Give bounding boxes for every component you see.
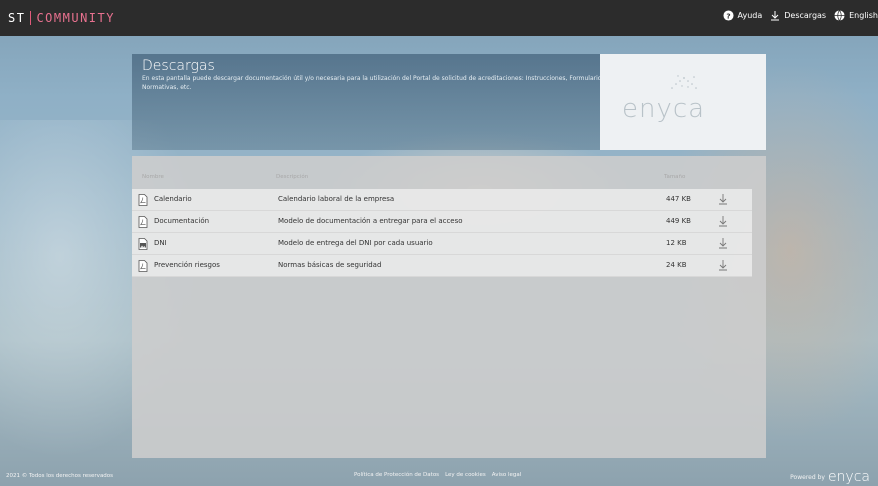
legal-notice-link[interactable]: Aviso legal [492,472,522,478]
download-icon [770,10,780,21]
downloads-panel: Nombre Descripción Tamaño Calendario Cal… [132,156,766,458]
column-header-size[interactable]: Tamaño [664,174,685,180]
page-footer: 2021 © Todos los derechos reservados Pol… [0,464,878,486]
download-icon[interactable] [718,237,728,251]
downloads-table: Calendario Calendario laboral de la empr… [132,189,752,277]
table-row[interactable]: Calendario Calendario laboral de la empr… [132,189,752,211]
brand-logo-box: enyca [600,54,766,150]
help-icon: ? [722,10,734,21]
file-size: 447 KB [666,195,691,203]
file-size: 449 KB [666,217,691,225]
file-size: 24 KB [666,261,687,269]
powered-by-label: Powered by [790,473,825,481]
privacy-policy-link[interactable]: Política de Protección de Datos [354,472,439,478]
file-description: Calendario laboral de la empresa [278,195,395,203]
column-header-description[interactable]: Descripción [276,174,308,180]
table-header: Nombre Descripción Tamaño [132,174,752,184]
file-name: DNI [154,239,167,247]
pdf-file-icon [138,194,148,208]
download-icon[interactable] [718,215,728,229]
column-header-name[interactable]: Nombre [142,174,164,180]
table-row[interactable]: DNI Modelo de entrega del DNI por cada u… [132,233,752,255]
help-link[interactable]: ? Ayuda [722,10,763,21]
globe-icon [834,10,845,21]
file-description: Normas básicas de seguridad [278,261,382,269]
language-label: English [849,11,878,20]
copyright-text: 2021 © Todos los derechos reservados [6,473,114,479]
logo-left-text: ST [8,11,26,25]
page-header: Descargas En esta pantalla puede descarg… [132,54,766,150]
powered-by: Powered by enyca [790,469,870,485]
downloads-link[interactable]: Descargas [770,10,826,21]
cookies-law-link[interactable]: Ley de cookies [445,472,486,478]
download-icon[interactable] [718,259,728,273]
file-description: Modelo de documentación a entregar para … [278,217,463,225]
pdf-file-icon [138,216,148,230]
file-description: Modelo de entrega del DNI por cada usuar… [278,239,433,247]
top-nav: ? Ayuda Descargas English [715,10,878,21]
logo-right-text: COMMUNITY [36,11,115,25]
language-selector[interactable]: English [834,10,878,21]
file-size: 12 KB [666,239,687,247]
powered-by-brand[interactable]: enyca [828,469,870,485]
pdf-file-icon [138,260,148,274]
svg-text:?: ? [726,11,730,20]
image-file-icon [138,238,148,252]
table-row[interactable]: Prevención riesgos Normas básicas de seg… [132,255,752,277]
download-icon[interactable] [718,193,728,207]
file-name: Calendario [154,195,192,203]
file-name: Prevención riesgos [154,261,220,269]
file-name: Documentación [154,217,210,225]
page-title: Descargas [142,58,215,74]
top-bar: ST COMMUNITY ? Ayuda Descargas English [0,0,878,36]
logo-separator [30,11,32,25]
app-logo[interactable]: ST COMMUNITY [8,11,115,25]
table-row[interactable]: Documentación Modelo de documentación a … [132,211,752,233]
page-description: En esta pantalla puede descargar documen… [142,75,607,91]
help-label: Ayuda [737,11,763,20]
downloads-label: Descargas [784,11,827,20]
footer-links: Política de Protección de Datos Ley de c… [354,472,527,478]
brand-dots-icon [671,75,697,89]
brand-wordmark: enyca [622,94,706,124]
